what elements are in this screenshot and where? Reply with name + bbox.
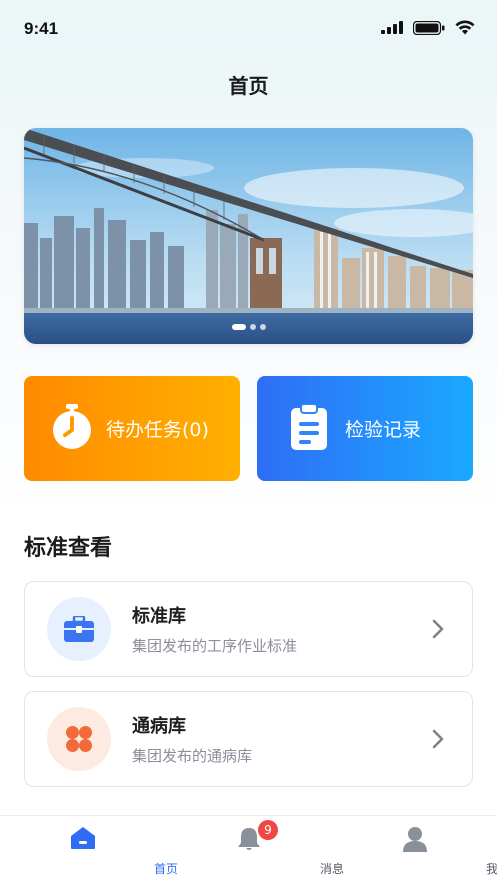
- carousel-dot-3[interactable]: [259, 324, 266, 330]
- wifi-icon: [455, 20, 475, 35]
- inspection-records-label: 检验记录: [345, 419, 422, 441]
- clipboard-icon: [291, 402, 327, 454]
- clover-icon: [66, 726, 92, 752]
- tab-messages[interactable]: 9 消息: [166, 816, 344, 883]
- home-icon: [71, 827, 95, 849]
- tab-home[interactable]: 首页: [0, 816, 178, 883]
- status-bar: 9:41: [0, 0, 497, 58]
- tab-profile[interactable]: 我的: [332, 816, 497, 883]
- user-icon: [403, 827, 427, 852]
- list-subtitle: 集团发布的工序作业标准: [132, 637, 298, 655]
- list-subtitle: 集团发布的通病库: [132, 747, 253, 765]
- list-item-standard-library[interactable]: 标准库 集团发布的工序作业标准: [24, 581, 473, 677]
- carousel-dot-1[interactable]: [231, 324, 246, 330]
- list-title: 标准库: [132, 606, 186, 627]
- list-item-common-defects-library[interactable]: 通病库 集团发布的通病库: [24, 691, 473, 787]
- toolbox-icon: [64, 616, 94, 642]
- status-icons: [381, 20, 475, 35]
- list-text: 标准库 集团发布的工序作业标准: [132, 602, 432, 656]
- toolbox-icon-circle: [47, 597, 111, 661]
- banner-carousel[interactable]: [24, 128, 473, 344]
- todo-tasks-label: 待办任务(0): [106, 419, 209, 441]
- bottom-tab-bar: 首页 9 消息 我的: [0, 815, 497, 883]
- inspection-records-card[interactable]: 检验记录: [257, 376, 473, 481]
- clover-icon-circle: [47, 707, 111, 771]
- stopwatch-icon: [50, 403, 94, 454]
- section-title: 标准查看: [24, 536, 113, 561]
- signal-icon: [381, 21, 403, 34]
- battery-icon: [413, 20, 445, 35]
- banner-image: [24, 128, 473, 344]
- carousel-dot-2[interactable]: [249, 324, 256, 330]
- chevron-right-icon: [432, 729, 444, 749]
- messages-badge: 9: [258, 820, 278, 840]
- chevron-right-icon: [432, 619, 444, 639]
- tab-profile-label: 我的: [485, 862, 497, 876]
- list-text: 通病库 集团发布的通病库: [132, 712, 432, 766]
- status-time: 9:41: [24, 19, 59, 38]
- carousel-dots: [24, 324, 473, 330]
- todo-tasks-card[interactable]: 待办任务(0): [24, 376, 240, 481]
- page-title: 首页: [228, 74, 269, 98]
- list-title: 通病库: [132, 716, 186, 737]
